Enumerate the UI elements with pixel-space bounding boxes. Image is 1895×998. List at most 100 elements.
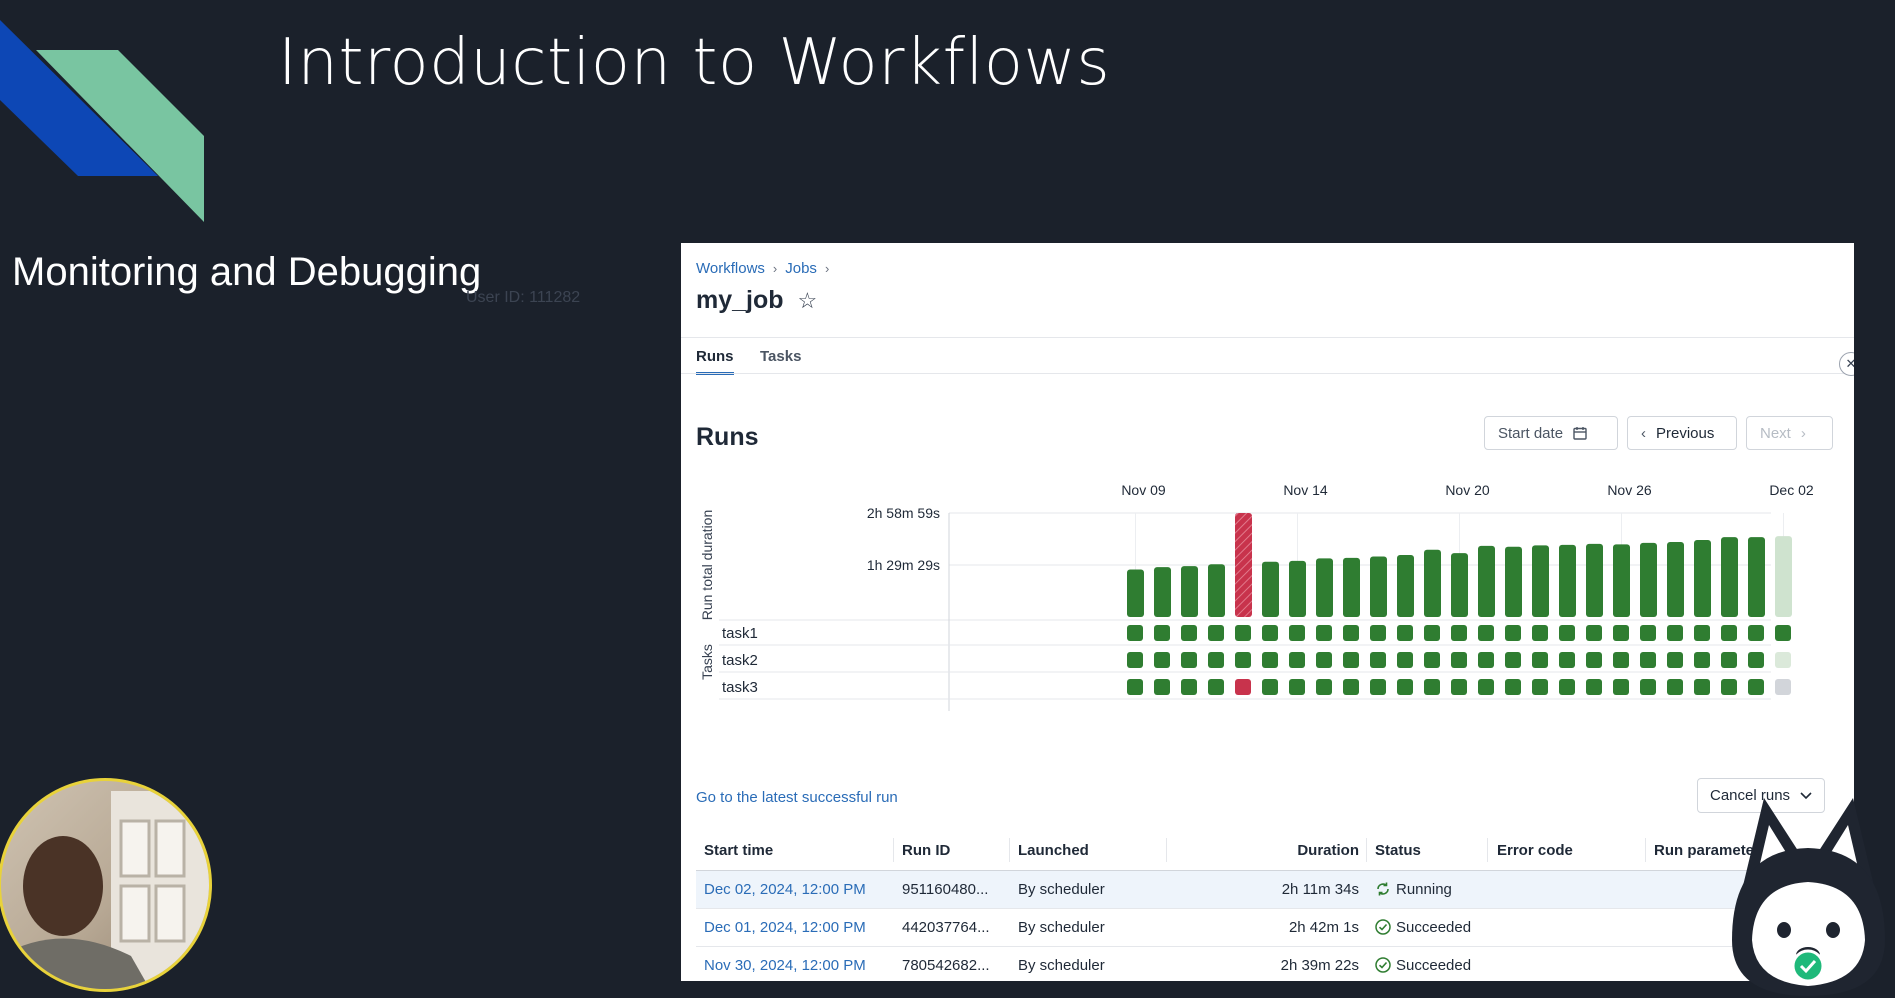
task-run-status-square [1181,679,1197,695]
task-row-label: task2 [722,652,758,669]
run-launched: By scheduler [1018,919,1105,936]
task-row-label: task3 [722,679,758,696]
chart-x-tick-label: Nov 20 [1445,482,1490,498]
start-date-label: Start date [1498,424,1564,442]
task-run-status-square [1289,652,1305,668]
task-run-status-square [1370,652,1386,668]
run-duration-bar [1694,540,1711,617]
table-header: Start time Run ID Launched Duration Stat… [696,830,1836,871]
task-run-status-square [1289,625,1305,641]
chart-tasks-axis-label: Tasks [699,644,715,680]
job-title: my_job ☆ [696,286,817,315]
chart-x-tick-label: Nov 09 [1121,482,1166,498]
task-run-status-square [1613,679,1629,695]
task-run-status-square [1721,625,1737,641]
column-header-run-id[interactable]: Run ID [902,842,950,859]
column-header-launched[interactable]: Launched [1018,842,1089,859]
check-circle-icon [1375,919,1391,935]
column-header-status[interactable]: Status [1375,842,1421,859]
run-start-time-link[interactable]: Dec 02, 2024, 12:00 PM [704,881,866,898]
breadcrumb-jobs[interactable]: Jobs [785,260,817,277]
tab-tasks[interactable]: Tasks [760,348,801,365]
presenter-video-image [1,791,209,989]
chart-x-tick-label: Nov 26 [1607,482,1652,498]
slide-logo-shape [0,20,204,222]
run-status-label: Running [1396,881,1452,898]
run-duration-bar [1262,561,1279,617]
task-run-status-square [1640,625,1656,641]
run-duration-bar [1154,567,1171,617]
task-run-status-square [1748,652,1764,668]
task-run-status-square [1667,679,1683,695]
run-id: 442037764... [902,919,990,936]
task-run-status-square [1667,625,1683,641]
task-run-status-square [1424,679,1440,695]
task-run-status-square [1343,652,1359,668]
task-run-status-square [1316,679,1332,695]
task-run-status-square [1748,625,1764,641]
task-run-status-square [1316,625,1332,641]
run-status-label: Succeeded [1396,919,1472,936]
run-duration-bar [1775,536,1792,617]
running-sync-icon [1377,882,1389,896]
table-row[interactable]: Dec 02, 2024, 12:00 PM 951160480... By s… [696,871,1836,909]
slide-subtitle: Monitoring and Debugging [12,250,482,294]
tab-runs[interactable]: Runs [696,348,734,375]
task-run-status-square [1478,625,1494,641]
task-run-status-square [1559,679,1575,695]
next-button[interactable]: Next › [1746,416,1833,450]
presenter-webcam [0,778,212,992]
jobs-ui-panel: Workflows › Jobs › my_job ☆ Runs Tasks ✕… [681,243,1854,981]
husky-mascot-logo [1732,798,1885,996]
run-duration-bar [1343,557,1360,617]
run-start-time-link[interactable]: Nov 30, 2024, 12:00 PM [704,957,866,974]
task-run-status-square [1505,652,1521,668]
run-duration-bar [1748,537,1765,617]
chevron-right-icon: › [1800,424,1806,442]
task-run-status-square [1694,679,1710,695]
task-run-status-square [1451,652,1467,668]
task-run-status-square [1127,679,1143,695]
run-duration: 2h 42m 1s [1288,919,1359,936]
column-header-error-code[interactable]: Error code [1497,842,1573,859]
task-run-status-square [1154,679,1170,695]
user-id-watermark: User ID: 111282 [466,289,581,306]
task-run-status-square [1262,652,1278,668]
run-launched: By scheduler [1018,881,1105,898]
task-run-status-square [1505,625,1521,641]
run-duration-bar [1586,543,1603,617]
task-run-status-square [1397,652,1413,668]
start-date-button[interactable]: Start date [1484,416,1618,450]
check-circle-icon [1375,957,1391,973]
task-run-status-square [1127,625,1143,641]
table-row[interactable]: Nov 30, 2024, 12:00 PM 780542682... By s… [696,947,1836,981]
column-header-duration[interactable]: Duration [1269,842,1359,859]
task-run-status-square [1532,679,1548,695]
star-outline-icon[interactable]: ☆ [798,288,818,314]
run-id: 780542682... [902,957,990,974]
run-duration-bar [1451,553,1468,617]
latest-successful-run-link[interactable]: Go to the latest successful run [696,789,898,806]
task-run-status-square [1262,625,1278,641]
task-run-status-square [1775,679,1791,695]
previous-button[interactable]: ‹ Previous [1627,416,1737,450]
table-row[interactable]: Dec 01, 2024, 12:00 PM 442037764... By s… [696,909,1836,947]
runs-heading: Runs [696,423,759,451]
run-status: Succeeded [1375,957,1471,974]
breadcrumb-workflows[interactable]: Workflows [696,260,765,277]
task-run-status-square [1694,652,1710,668]
column-header-start-time[interactable]: Start time [704,842,773,859]
run-duration-bar [1235,513,1252,617]
run-duration-bar [1127,569,1144,617]
task-run-status-square [1559,652,1575,668]
run-start-time-link[interactable]: Dec 01, 2024, 12:00 PM [704,919,866,936]
breadcrumb-chevron-icon: › [824,261,830,276]
task-run-status-square [1235,679,1251,695]
task-run-status-square [1478,652,1494,668]
task-run-status-square [1289,679,1305,695]
task-run-status-square [1343,679,1359,695]
run-duration-bar [1505,546,1522,617]
task-run-status-square [1316,652,1332,668]
task-run-status-square [1343,625,1359,641]
task-run-status-square [1208,652,1224,668]
